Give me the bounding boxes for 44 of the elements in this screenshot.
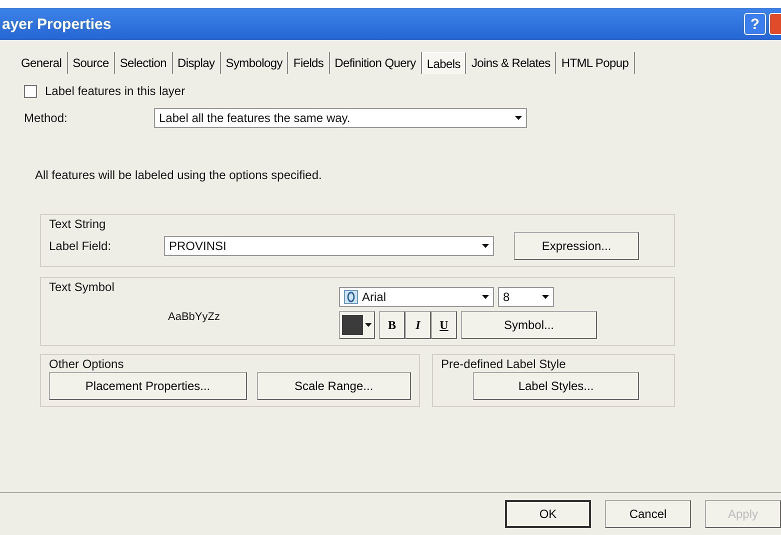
close-button[interactable] bbox=[769, 13, 781, 35]
option-button[interactable]: Placement Properties... bbox=[49, 372, 247, 400]
group-title: Other Options bbox=[49, 357, 125, 371]
size-dropdown[interactable]: 8 bbox=[498, 287, 554, 307]
checkbox-label: Label features in this layer bbox=[45, 84, 186, 98]
group-title: Text Symbol bbox=[49, 280, 116, 294]
label-field-dropdown[interactable]: PROVINSI bbox=[164, 236, 494, 256]
group-title: Pre-defined Label Style bbox=[441, 357, 567, 371]
tab[interactable]: Joins & Relates bbox=[466, 52, 556, 74]
tab[interactable]: Labels bbox=[422, 52, 466, 74]
help-button[interactable]: ? bbox=[744, 13, 766, 35]
dropdown-arrow-icon bbox=[482, 244, 488, 248]
font-icon bbox=[344, 290, 358, 304]
dropdown-arrow-icon bbox=[365, 323, 372, 327]
tab[interactable]: Fields bbox=[288, 52, 330, 74]
method-dropdown[interactable]: Label all the features the same way. bbox=[154, 108, 527, 128]
tab[interactable]: Symbology bbox=[220, 52, 288, 74]
group-title: Text String bbox=[49, 217, 107, 231]
expression-button[interactable]: Expression... bbox=[514, 232, 639, 260]
color-swatch-icon bbox=[342, 315, 364, 335]
dropdown-arrow-icon bbox=[482, 295, 488, 299]
checkbox[interactable] bbox=[24, 84, 37, 98]
font-dropdown[interactable]: Arial bbox=[339, 287, 494, 307]
tab[interactable]: Source bbox=[68, 52, 115, 74]
dialog-button[interactable]: OK bbox=[505, 500, 591, 528]
option-button[interactable]: Scale Range... bbox=[256, 372, 411, 400]
font-preview: AaBbYyZz bbox=[168, 311, 220, 323]
field-label: Label Field: bbox=[49, 239, 112, 253]
dialog-button[interactable]: Cancel bbox=[605, 500, 691, 528]
tab[interactable]: General bbox=[16, 52, 68, 74]
window-title: ayer Properties bbox=[1, 16, 112, 32]
bold-button[interactable]: B bbox=[379, 311, 405, 339]
color-picker-button[interactable] bbox=[339, 311, 375, 339]
info-text: All features will be labeled using the options specified. bbox=[35, 168, 322, 182]
symbol-button[interactable]: Symbol... bbox=[461, 311, 597, 339]
dropdown-arrow-icon bbox=[542, 295, 548, 299]
dropdown-arrow-icon bbox=[514, 116, 522, 120]
label-styles-button[interactable]: Label Styles... bbox=[473, 372, 639, 400]
tab[interactable]: Selection bbox=[114, 52, 172, 74]
tab[interactable]: HTML Popup bbox=[556, 52, 635, 74]
italic-button[interactable]: I bbox=[405, 311, 431, 339]
method-label: Method: bbox=[24, 111, 68, 125]
underline-button[interactable]: U bbox=[431, 311, 457, 339]
tab[interactable]: Display bbox=[172, 52, 221, 74]
